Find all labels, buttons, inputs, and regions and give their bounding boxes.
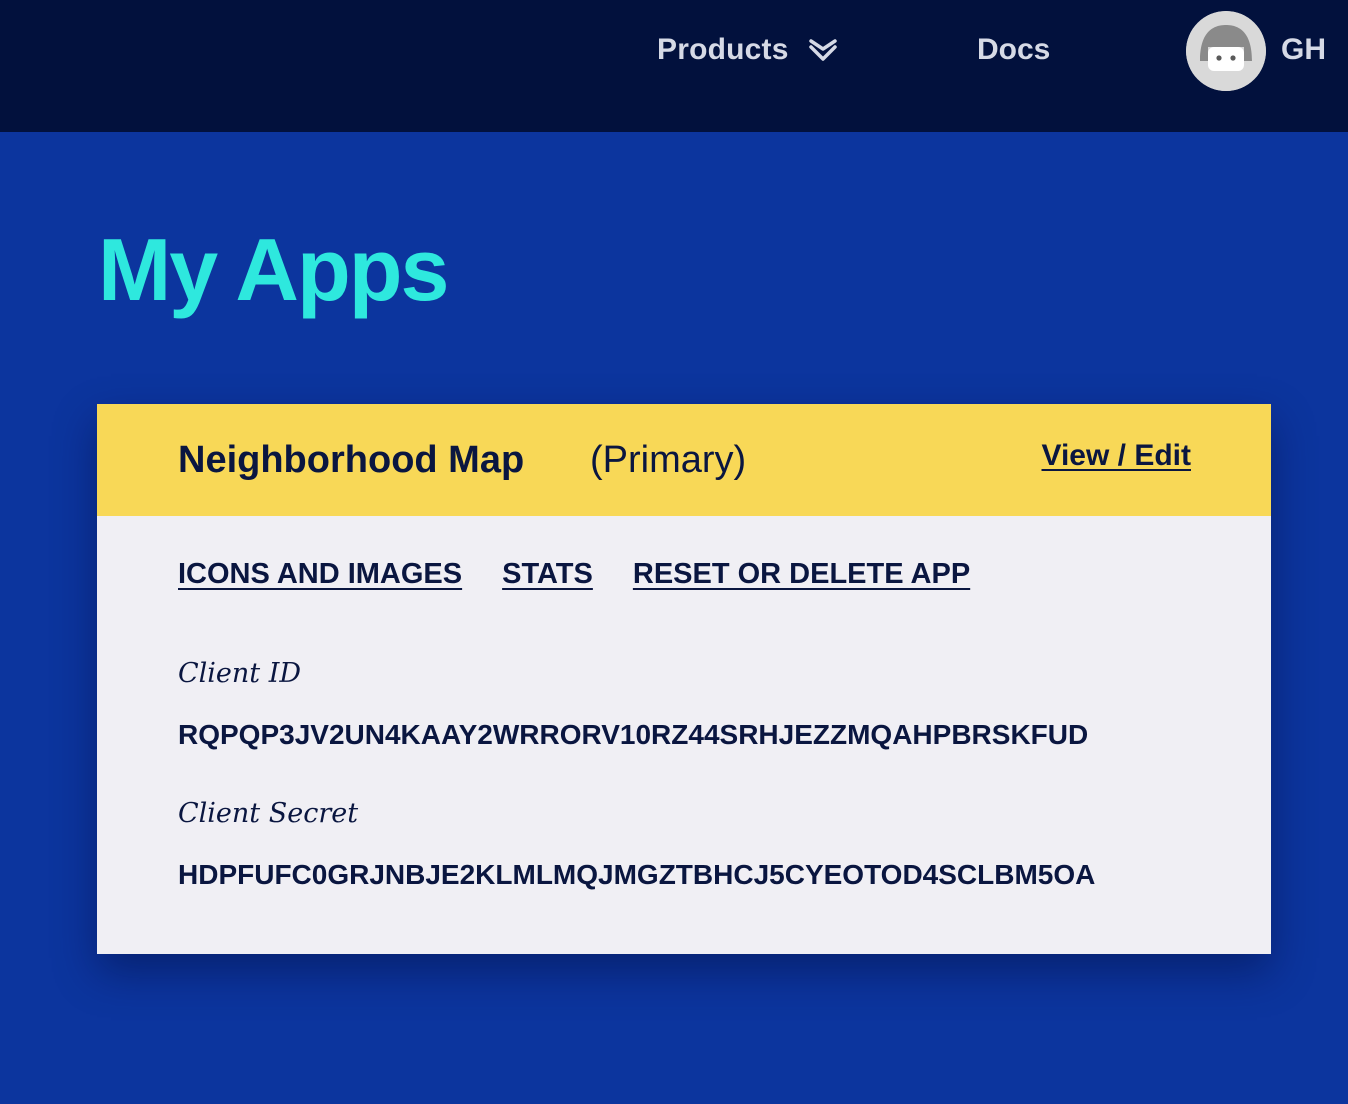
docs-link[interactable]: Docs xyxy=(977,28,1050,72)
user-initials[interactable]: GH xyxy=(1281,28,1326,72)
products-menu[interactable]: Products xyxy=(657,28,839,72)
view-edit-link[interactable]: View / Edit xyxy=(1042,434,1192,478)
products-menu-label: Products xyxy=(657,33,789,66)
client-id-value: RQPQP3JV2UN4KAAY2WRRORV10RZ44SRHJEZZMQAH… xyxy=(178,719,1089,750)
app-card: Neighborhood Map (Primary) View / Edit I… xyxy=(97,404,1271,954)
page-title: My Apps xyxy=(98,220,449,319)
app-card-header: Neighborhood Map (Primary) View / Edit xyxy=(97,404,1271,516)
chevron-down-icon xyxy=(807,37,839,63)
reset-or-delete-app-link[interactable]: RESET OR DELETE APP xyxy=(633,554,970,594)
app-actions: ICONS AND IMAGES STATS RESET OR DELETE A… xyxy=(178,554,970,594)
stats-link[interactable]: STATS xyxy=(502,554,593,594)
app-name: Neighborhood Map xyxy=(178,439,525,481)
client-secret-value: HDPFUFC0GRJNBJE2KLMLMQJMGZTBHCJ5CYEOTOD4… xyxy=(178,859,1096,890)
top-navigation-bar: Products Docs GH xyxy=(0,0,1348,132)
app-primary-tag: (Primary) xyxy=(590,439,747,481)
client-secret-label: Client Secret xyxy=(178,798,359,829)
icons-and-images-link[interactable]: ICONS AND IMAGES xyxy=(178,554,462,594)
client-id-label: Client ID xyxy=(178,658,302,689)
user-avatar-icon[interactable] xyxy=(1186,11,1266,91)
